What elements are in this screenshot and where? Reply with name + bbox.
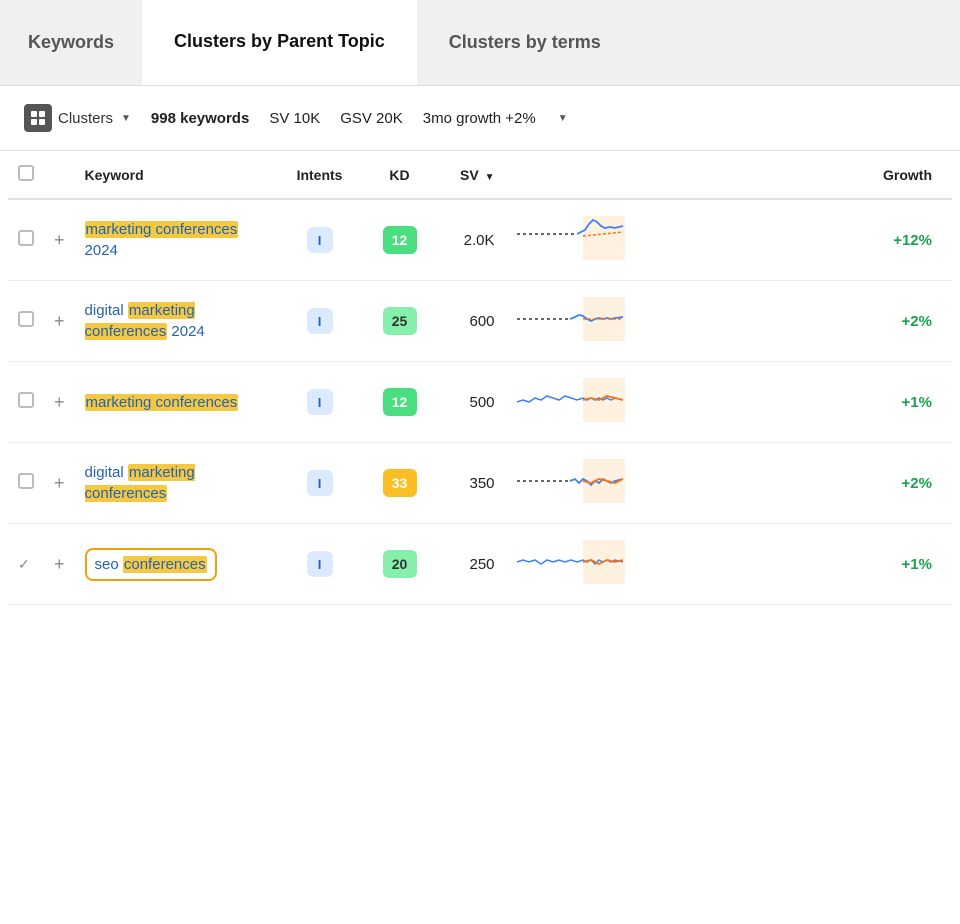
kd-badge: 12 — [383, 226, 417, 254]
intent-badge: I — [307, 470, 333, 496]
intent-badge: I — [307, 227, 333, 253]
growth-value: +2% — [902, 475, 932, 492]
sparkline-cell — [505, 281, 635, 362]
table-row: + digital marketing conferences I 33 350 +2% — [8, 443, 952, 524]
header-kd: KD — [365, 151, 435, 199]
sparkline-cell — [505, 443, 635, 524]
sparkline — [515, 459, 625, 507]
sparkline-cell — [505, 199, 635, 281]
keyword-link[interactable]: digital marketing conferences — [85, 462, 265, 504]
table-row: + marketing conferences I 12 500 +1% — [8, 362, 952, 443]
keyword-link[interactable]: marketing conferences — [85, 392, 265, 413]
clusters-dropdown-arrow: ▼ — [121, 113, 131, 124]
header-checkbox-col — [8, 151, 44, 199]
header-intents: Intents — [275, 151, 365, 199]
tab-keywords[interactable]: Keywords — [0, 0, 142, 85]
sv-stat: SV 10K — [269, 110, 320, 127]
growth-value: +12% — [893, 232, 932, 249]
kd-badge: 25 — [383, 307, 417, 335]
keywords-count: 998 keywords — [151, 110, 249, 127]
gsv-stat: GSV 20K — [340, 110, 403, 127]
kd-badge: 20 — [383, 550, 417, 578]
add-keyword-button[interactable]: + — [54, 554, 65, 574]
keyword-table: Keyword Intents KD SV ▼ Growth +marketi — [8, 151, 952, 605]
keyword-highlight: marketing conferences — [85, 221, 239, 238]
row-checkbox[interactable] — [18, 392, 34, 408]
keyword-link[interactable]: digital marketing conferences 2024 — [85, 300, 265, 342]
add-keyword-button[interactable]: + — [54, 392, 65, 412]
clusters-icon — [24, 104, 52, 132]
table-row: ✓ + seo conferences I 20 250 +1% — [8, 524, 952, 605]
sparkline — [515, 540, 625, 588]
table-row: + marketing conferences 2024 I 12 2.0K +12% — [8, 199, 952, 281]
sv-value: 2.0K — [464, 232, 495, 249]
intent-badge: I — [307, 308, 333, 334]
header-sv[interactable]: SV ▼ — [435, 151, 505, 199]
keyword-link[interactable]: marketing conferences 2024 — [85, 219, 265, 261]
sv-value: 600 — [469, 313, 494, 330]
add-keyword-button[interactable]: + — [54, 230, 65, 250]
keyword-highlight: marketing conferences — [85, 394, 239, 411]
intent-badge: I — [307, 389, 333, 415]
sv-value: 500 — [469, 394, 494, 411]
growth-value: +2% — [902, 313, 932, 330]
tab-clusters-parent[interactable]: Clusters by Parent Topic — [142, 0, 417, 85]
row-checkbox[interactable] — [18, 230, 34, 246]
keyword-link[interactable]: seo conferences — [85, 548, 265, 581]
row-checkmark[interactable]: ✓ — [18, 556, 30, 572]
row-checkbox[interactable] — [18, 311, 34, 327]
header-growth: Growth — [635, 151, 952, 199]
table-row: + digital marketing conferences 2024 I 25 60… — [8, 281, 952, 362]
sv-value: 350 — [469, 475, 494, 492]
header-add-col — [44, 151, 75, 199]
header-chart — [505, 151, 635, 199]
add-keyword-button[interactable]: + — [54, 473, 65, 493]
growth-dropdown-arrow: ▼ — [558, 113, 568, 124]
sparkline — [515, 216, 625, 264]
header-keyword: Keyword — [75, 151, 275, 199]
clusters-button[interactable]: Clusters ▼ — [24, 104, 131, 132]
kd-badge: 33 — [383, 469, 417, 497]
sparkline-cell — [505, 362, 635, 443]
sv-value: 250 — [469, 556, 494, 573]
tab-clusters-terms[interactable]: Clusters by terms — [417, 0, 633, 85]
intent-badge: I — [307, 551, 333, 577]
top-nav: Keywords Clusters by Parent Topic Cluste… — [0, 0, 960, 86]
growth-value: +1% — [902, 394, 932, 411]
keyword-highlight: conferences — [123, 556, 207, 573]
select-all-checkbox[interactable] — [18, 165, 34, 181]
keyword-box: seo conferences — [85, 548, 217, 581]
toolbar: Clusters ▼ 998 keywords SV 10K GSV 20K 3… — [0, 86, 960, 151]
sparkline — [515, 378, 625, 426]
growth-stat: 3mo growth +2% — [423, 110, 536, 127]
kd-badge: 12 — [383, 388, 417, 416]
growth-value: +1% — [902, 556, 932, 573]
keyword-table-container: Keyword Intents KD SV ▼ Growth +marketi — [0, 151, 960, 605]
sv-sort-arrow: ▼ — [485, 172, 495, 183]
sparkline-cell — [505, 524, 635, 605]
row-checkbox[interactable] — [18, 473, 34, 489]
sparkline — [515, 297, 625, 345]
add-keyword-button[interactable]: + — [54, 311, 65, 331]
